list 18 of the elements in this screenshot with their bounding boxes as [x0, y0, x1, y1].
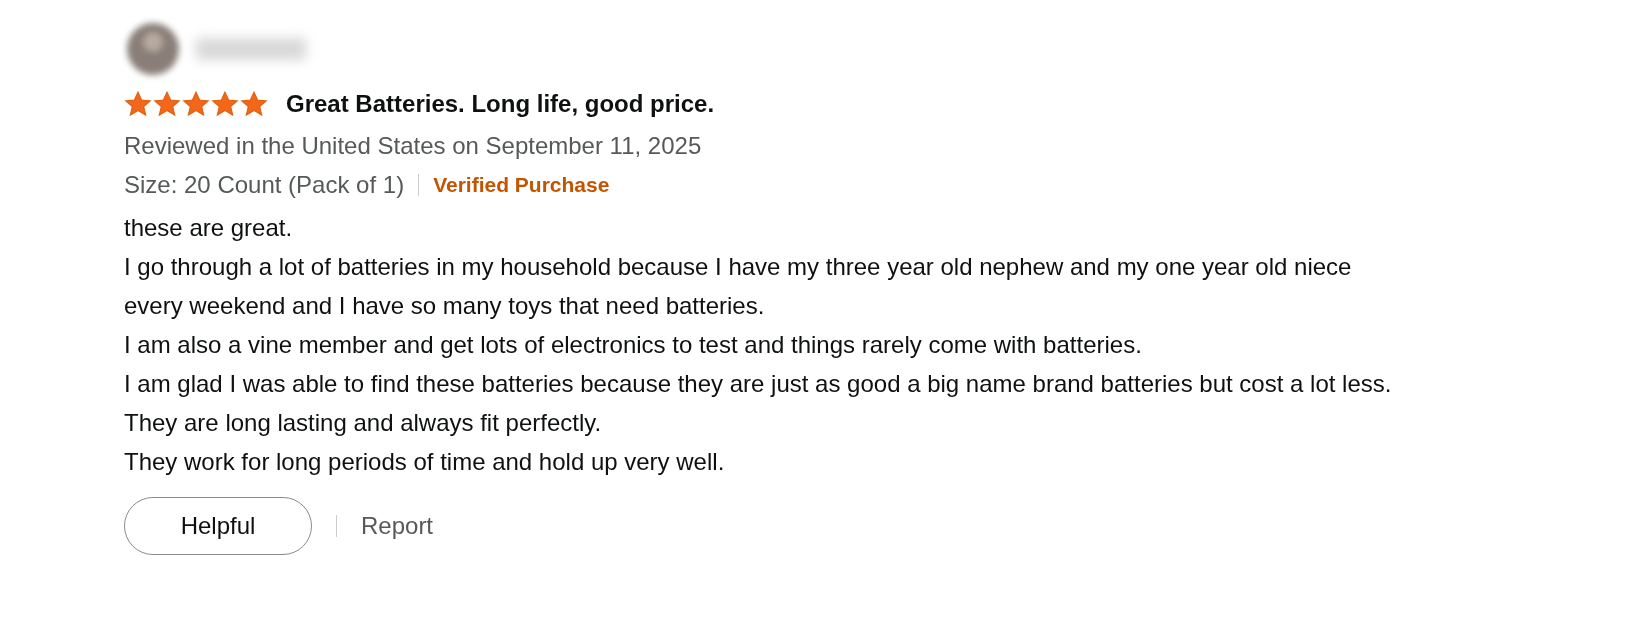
star-icon [240, 91, 268, 117]
verified-purchase-label: Verified Purchase [433, 171, 610, 198]
review-date: Reviewed in the United States on September 11, 2025 [124, 131, 703, 161]
review-text: They work for long periods of time and hold up very well. [124, 447, 726, 477]
size-label: Size: 20 Count (Pack of 1) [124, 170, 405, 200]
star-icon [153, 91, 181, 117]
review-text: these are great. [124, 213, 294, 243]
star-icon [211, 91, 239, 117]
review-text: They are long lasting and always fit perfectly. [124, 408, 603, 438]
review-text: I am glad I was able to find these batteries because they are just as good a big name brand batteries but cost a lot less. [124, 369, 1393, 399]
helpful-button[interactable]: Helpful [124, 497, 312, 555]
report-link[interactable]: Report [361, 508, 434, 544]
star-icon [124, 91, 152, 117]
review-text: I go through a lot of batteries in my household because I have my three year old nephew and my one year old niece every weekend and I have so many toys that need batteries. [124, 252, 1353, 321]
star-icon [182, 91, 210, 117]
avatar [124, 20, 182, 78]
review-text: I am also a vine member and get lots of electronics to test and things rarely come with batteries. [124, 330, 1143, 360]
review-title[interactable]: Great Batteries. Long life, good price. [286, 86, 715, 122]
